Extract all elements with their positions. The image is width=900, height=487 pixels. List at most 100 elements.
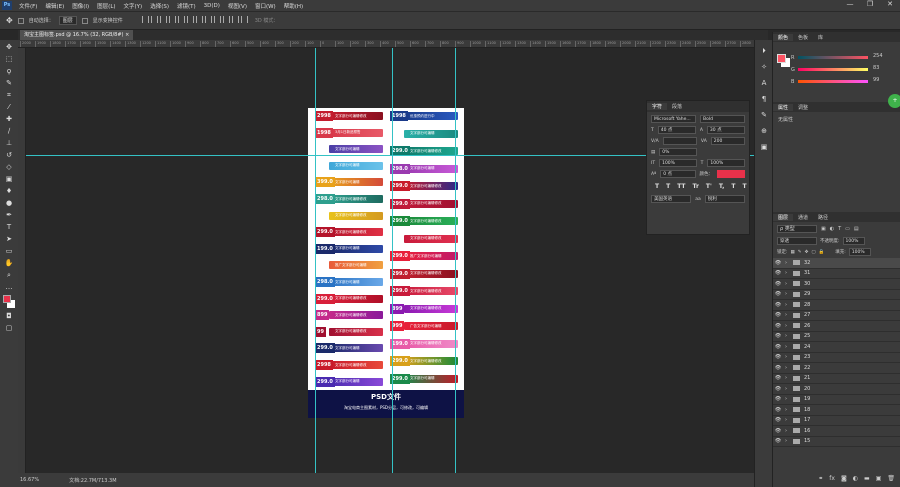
minimize-button[interactable]: —	[840, 0, 860, 8]
layer-row[interactable]: 👁 › 24	[773, 342, 900, 353]
layer-row[interactable]: 👁 › 26	[773, 321, 900, 332]
menu-3d[interactable]: 3D(D)	[200, 3, 224, 9]
show-transform-checkbox[interactable]	[81, 17, 88, 24]
expand-arrow-icon[interactable]: ›	[785, 312, 787, 318]
expand-arrow-icon[interactable]: ›	[785, 438, 787, 444]
g-value[interactable]: 83	[873, 65, 879, 71]
menu-type[interactable]: 文字(Y)	[120, 2, 147, 10]
menu-help[interactable]: 帮助(H)	[280, 2, 307, 10]
layer-row[interactable]: 👁 › 20	[773, 384, 900, 395]
expand-arrow-icon[interactable]: ›	[785, 323, 787, 329]
expand-arrow-icon[interactable]: ›	[785, 260, 787, 266]
menu-layer[interactable]: 图层(L)	[93, 2, 119, 10]
expand-arrow-icon[interactable]: ›	[785, 270, 787, 276]
gradient-tool-icon[interactable]: ▣	[4, 175, 14, 183]
document-tab[interactable]: 淘宝主图标签.psd @ 16.7% (32, RGB/8#) ×	[20, 30, 134, 40]
brush-panel-icon[interactable]: ✎	[759, 111, 769, 120]
menu-edit[interactable]: 编辑(E)	[41, 2, 68, 10]
quick-select-tool-icon[interactable]: ✎	[4, 79, 14, 87]
layer-row[interactable]: 👁 › 22	[773, 363, 900, 374]
filter-icon-1[interactable]: ▣	[821, 226, 826, 232]
close-button[interactable]: ✕	[880, 0, 900, 8]
distribute-3-icon[interactable]	[213, 16, 221, 23]
layer-row[interactable]: 👁 › 25	[773, 332, 900, 342]
tool-presets-icon[interactable]: ▣	[759, 143, 769, 152]
filter-icon-3[interactable]: T	[838, 226, 841, 232]
tab-adjustments[interactable]: 调整	[793, 104, 813, 111]
small-caps-button[interactable]: Tr	[693, 183, 699, 190]
r-value[interactable]: 254	[873, 53, 883, 59]
visibility-eye-icon[interactable]: 👁	[773, 312, 783, 318]
visibility-eye-icon[interactable]: 👁	[773, 396, 783, 402]
layer-row[interactable]: 👁 › 27	[773, 311, 900, 321]
layer-row[interactable]: 👁 › 31	[773, 269, 900, 279]
expand-arrow-icon[interactable]: ›	[785, 354, 787, 360]
baseline-field[interactable]: 0 点	[660, 170, 696, 178]
tab-paths[interactable]: 路径	[813, 214, 833, 221]
fx-icon[interactable]: fx	[829, 475, 835, 482]
layer-row[interactable]: 👁 › 16	[773, 426, 900, 437]
filter-icon-4[interactable]: ▭	[845, 226, 850, 232]
visibility-eye-icon[interactable]: 👁	[773, 354, 783, 360]
layer-row[interactable]: 👁 › 15	[773, 437, 900, 447]
layer-row[interactable]: 👁 › 30	[773, 279, 900, 290]
expand-arrow-icon[interactable]: ›	[785, 291, 787, 297]
zoom-level[interactable]: 16.67%	[20, 477, 39, 483]
visibility-eye-icon[interactable]: 👁	[773, 260, 783, 266]
expand-arrow-icon[interactable]: ›	[785, 365, 787, 371]
faux-italic-button[interactable]: T	[666, 183, 670, 190]
guide-vertical[interactable]	[455, 48, 456, 473]
expand-arrow-icon[interactable]: ›	[785, 428, 787, 434]
tab-libraries[interactable]: 库	[813, 34, 828, 41]
blend-mode-select[interactable]: 穿透	[777, 237, 817, 245]
superscript-button[interactable]: T'	[706, 183, 712, 190]
type-tool-icon[interactable]: T	[4, 223, 14, 231]
distribute-5-icon[interactable]	[231, 16, 239, 23]
visibility-eye-icon[interactable]: 👁	[773, 407, 783, 413]
expand-arrow-icon[interactable]: ›	[785, 407, 787, 413]
layer-row[interactable]: 👁 › 23	[773, 353, 900, 363]
new-group-icon[interactable]: ▬	[864, 475, 870, 482]
menu-view[interactable]: 视图(V)	[224, 2, 251, 10]
expand-arrow-icon[interactable]: ›	[785, 333, 787, 339]
path-select-tool-icon[interactable]: ➤	[4, 235, 14, 243]
horizontal-scale-field[interactable]: 100%	[707, 159, 746, 167]
visibility-eye-icon[interactable]: 👁	[773, 333, 783, 339]
kerning-field[interactable]	[662, 137, 697, 145]
auto-select-dropdown[interactable]: 图层	[58, 16, 77, 25]
expand-arrow-icon[interactable]: ›	[785, 375, 787, 381]
expand-arrow-icon[interactable]: ›	[785, 417, 787, 423]
delete-layer-icon[interactable]: 🗑	[887, 475, 895, 482]
align-right-icon[interactable]	[186, 16, 194, 23]
history-brush-icon[interactable]: ↺	[4, 151, 14, 159]
zoom-tool-icon[interactable]: ⌕	[4, 271, 14, 279]
menu-filter[interactable]: 滤镜(T)	[173, 2, 200, 10]
brush-tool-icon[interactable]: ∕	[4, 127, 14, 135]
tab-swatches[interactable]: 色板	[793, 34, 813, 41]
layer-row[interactable]: 👁 › 17	[773, 416, 900, 426]
b-value[interactable]: 99	[873, 77, 879, 83]
foreground-color-swatch[interactable]	[3, 295, 11, 303]
layer-kind-filter[interactable]: ρ 类型	[777, 225, 817, 233]
tab-close-icon[interactable]: ×	[125, 32, 129, 38]
language-select[interactable]: 美国英语	[651, 195, 692, 203]
expand-arrow-icon[interactable]: ›	[785, 396, 787, 402]
align-middle-icon[interactable]	[150, 16, 158, 23]
tracking-field[interactable]: 200	[710, 137, 745, 145]
layer-row[interactable]: 👁 › 29	[773, 290, 900, 300]
lasso-tool-icon[interactable]: ϙ	[4, 67, 14, 75]
text-color-swatch[interactable]	[717, 170, 745, 178]
subscript-button[interactable]: T,	[719, 183, 725, 190]
lock-artboard-icon[interactable]: ▢	[811, 250, 815, 255]
lock-all-icon[interactable]: 🔒	[819, 250, 825, 255]
history-icon[interactable]: ⏵	[759, 47, 769, 56]
distribute-2-icon[interactable]	[204, 16, 212, 23]
vertical-scale-field[interactable]: 100%	[659, 159, 697, 167]
expand-arrow-icon[interactable]: ›	[785, 302, 787, 308]
move-tool-icon[interactable]: ✥	[4, 43, 14, 51]
visibility-eye-icon[interactable]: 👁	[773, 365, 783, 371]
antialias-select[interactable]: 锐利	[704, 195, 746, 203]
visibility-eye-icon[interactable]: 👁	[773, 323, 783, 329]
opacity-field[interactable]: 100%	[842, 237, 865, 245]
distribute-4-icon[interactable]	[222, 16, 230, 23]
